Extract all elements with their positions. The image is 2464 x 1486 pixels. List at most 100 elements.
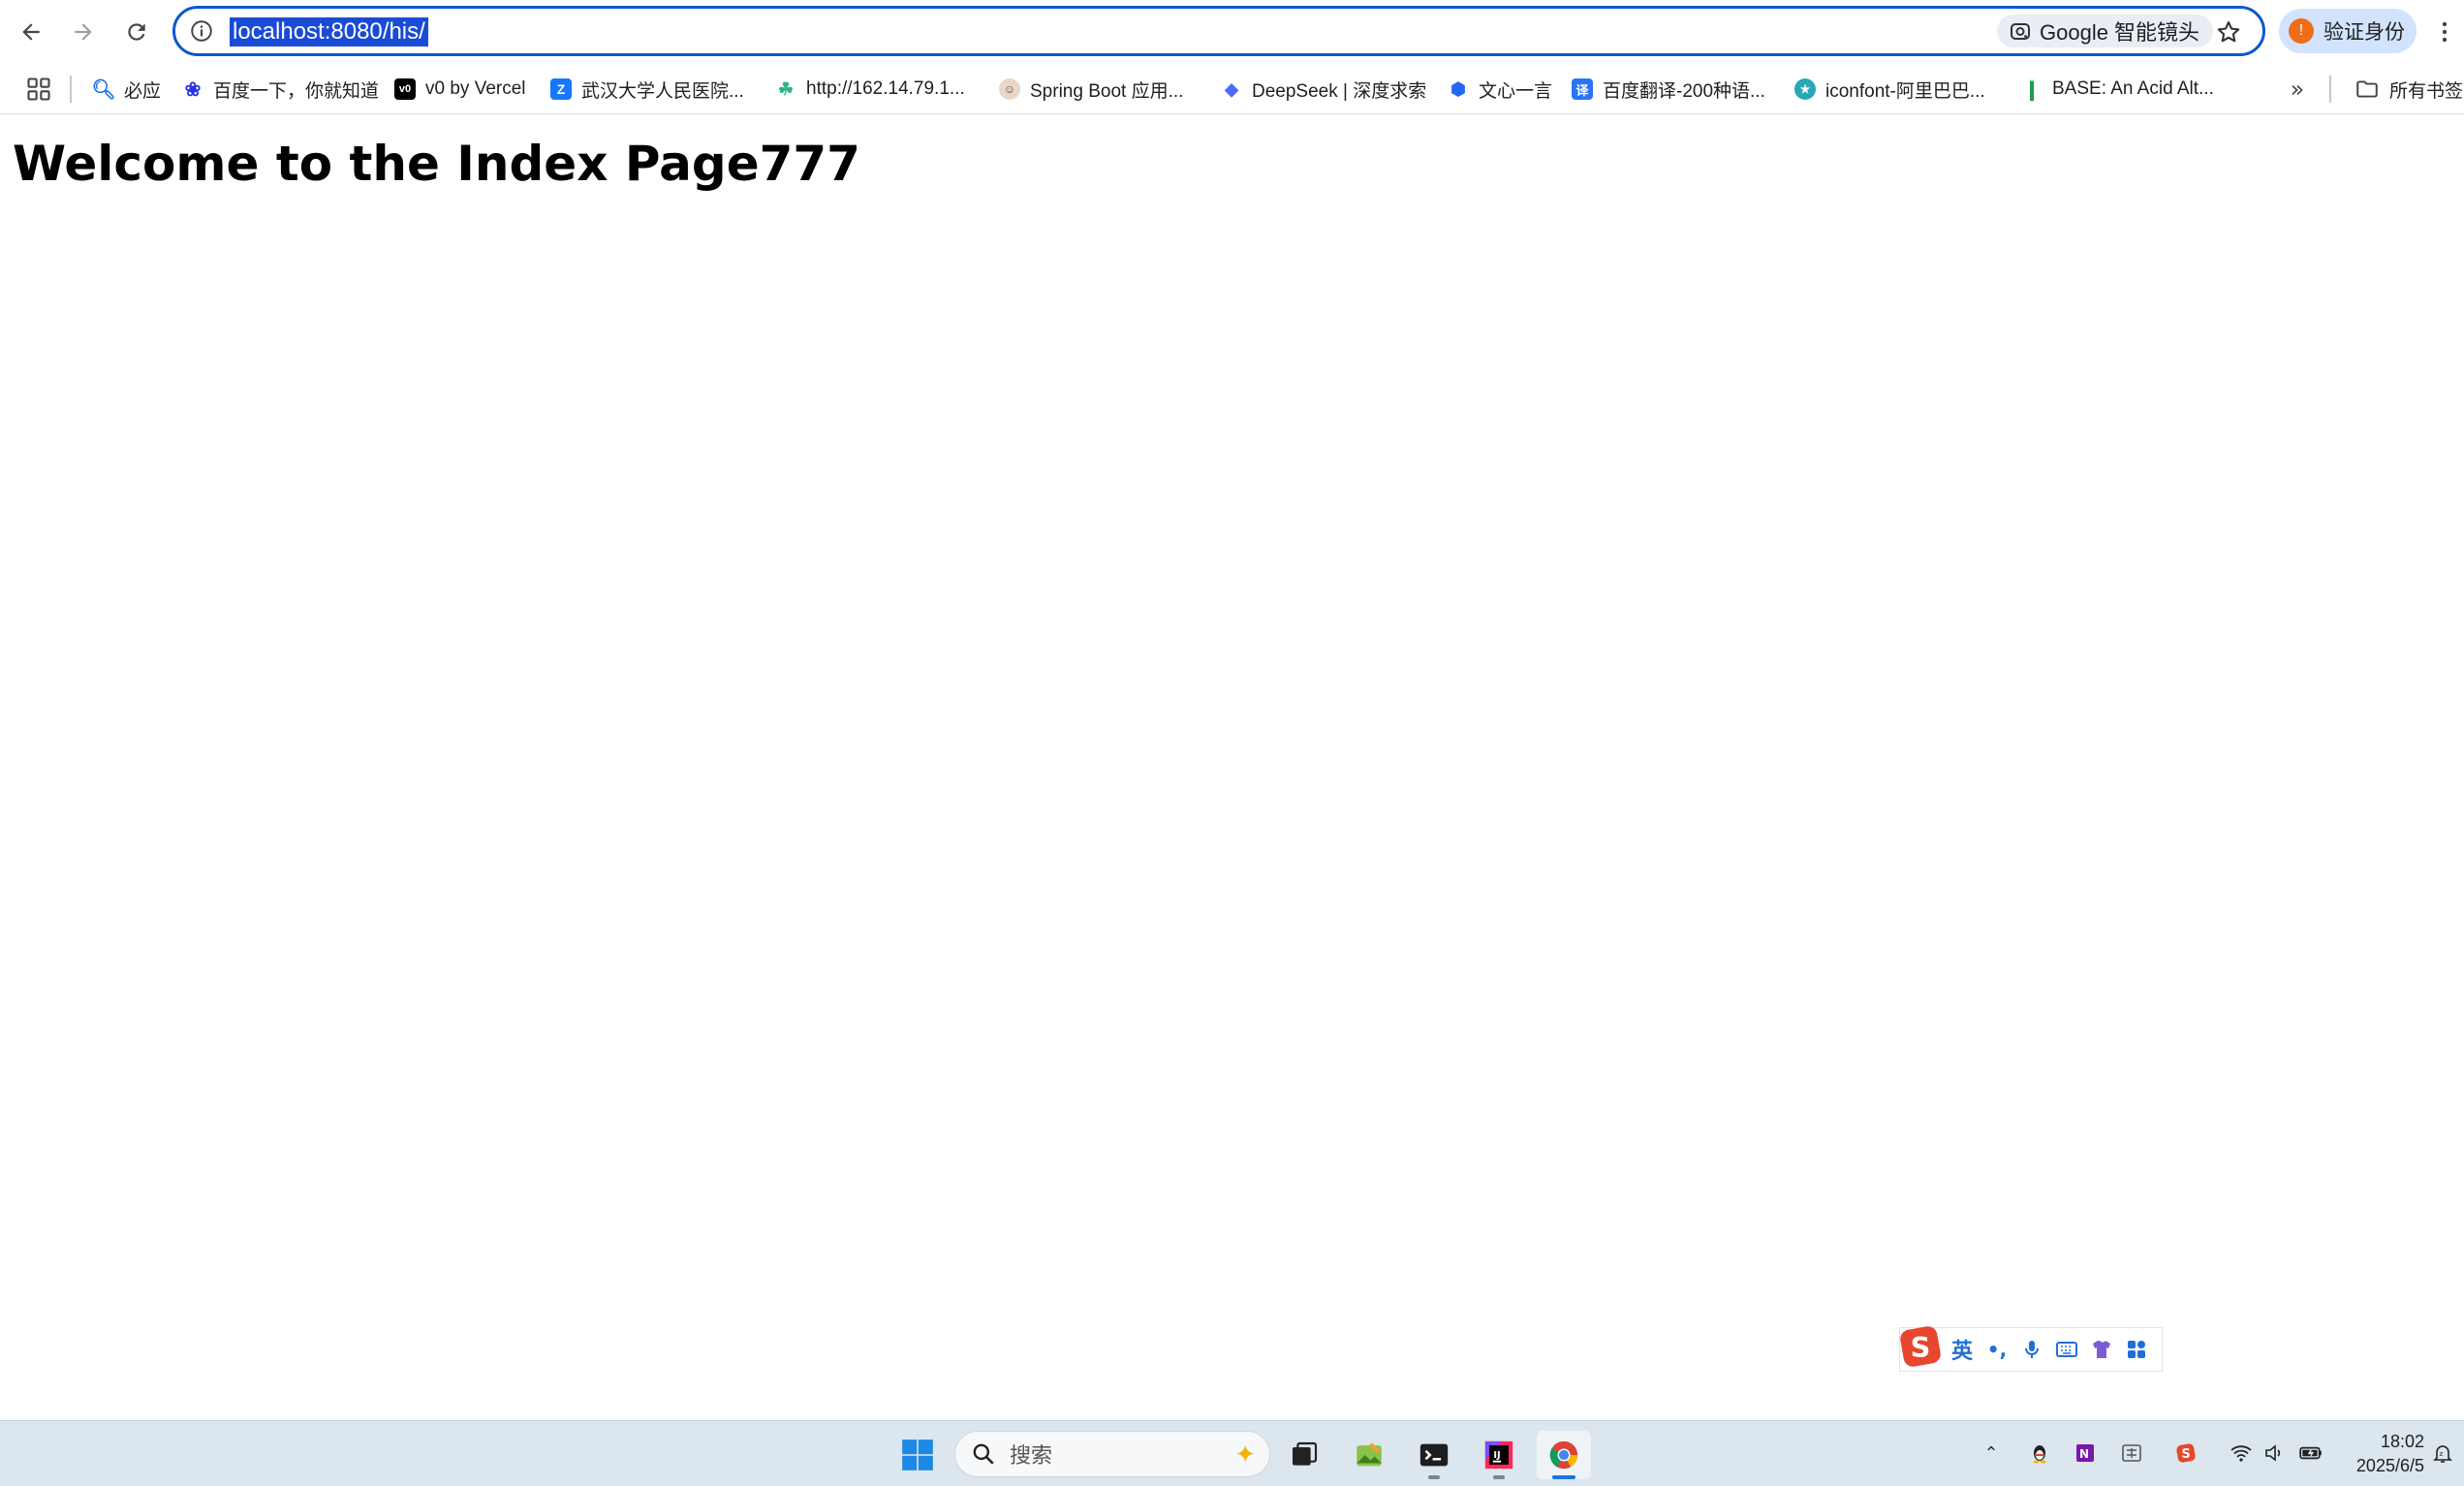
tray-wifi[interactable] <box>2227 1439 2256 1468</box>
more-bookmarks-button[interactable]: » <box>2285 76 2310 103</box>
taskbar: 搜索 ✦ IJ ⌃ N S 18:02 2025/6/5 z <box>0 1420 2464 1486</box>
profile-avatar: ! <box>2289 18 2314 44</box>
ime-keyboard-button[interactable] <box>2049 1332 2084 1367</box>
bookmark-base-acid[interactable]: ❙ BASE: An Acid Alt... <box>2021 72 2214 107</box>
taskbar-app-editor[interactable] <box>1342 1431 1396 1479</box>
page-heading: Welcome to the Index Page777 <box>13 136 860 192</box>
bookmark-pin-icon: ❙ <box>2023 78 2041 101</box>
bookmark-label: DeepSeek | 深度求索 <box>1252 80 1427 102</box>
taskbar-app-intellij[interactable]: IJ <box>1472 1431 1526 1479</box>
forward-button[interactable] <box>63 12 104 52</box>
profile-button[interactable]: ! 验证身份 <box>2279 9 2417 53</box>
bookmark-star-button[interactable] <box>2213 16 2244 47</box>
all-bookmarks-label: 所有书签 <box>2389 80 2464 102</box>
taskbar-search-box[interactable]: 搜索 ✦ <box>954 1431 1270 1477</box>
bookmark-spring-boot[interactable]: ☺ Spring Boot 应用... <box>999 72 1183 107</box>
bookmark-bing[interactable]: 🔍︎ 必应 <box>91 72 162 107</box>
bookmark-deepseek[interactable]: ◆ DeepSeek | 深度求索 <box>1221 72 1426 107</box>
avatar-icon: ☺ <box>999 78 1020 100</box>
speaker-icon <box>2265 1444 2281 1462</box>
terminal-icon <box>1419 1443 1449 1467</box>
sogou-icon: S <box>2176 1443 2196 1463</box>
taskbar-app-terminal[interactable] <box>1407 1431 1461 1479</box>
leaf-icon: ☘ <box>777 78 795 99</box>
intellij-icon: IJ <box>1484 1440 1513 1470</box>
tray-sogou[interactable]: S <box>2171 1439 2200 1468</box>
bookmarks-bar: 🔍︎ 必应 ❀ 百度一下，你就知道 v0 v0 by Vercel Z 武汉大学… <box>0 64 2464 114</box>
sogou-logo-icon[interactable]: S <box>1896 1322 1945 1371</box>
windows-start-icon[interactable] <box>899 1437 936 1473</box>
running-indicator <box>1493 1475 1505 1479</box>
task-view-icon <box>1293 1441 1318 1466</box>
bookmark-label: 必应 <box>124 80 162 102</box>
input-method-icon <box>2122 1444 2141 1462</box>
svg-text:S: S <box>1911 1331 1931 1364</box>
notification-bell-icon: z <box>2433 1445 2452 1463</box>
search-icon: 🔍︎ <box>91 78 116 101</box>
bookmark-label: Spring Boot 应用... <box>1030 80 1184 102</box>
bookmarks-separator <box>2329 76 2331 103</box>
profile-label: 验证身份 <box>2324 21 2405 44</box>
star-icon <box>2217 21 2240 43</box>
qq-penguin-icon <box>2033 1445 2046 1464</box>
battery-charging-icon <box>2299 1446 2322 1460</box>
bookmark-wenxin[interactable]: ⬢ 文心一言 <box>1448 72 1552 107</box>
chevron-up-icon: ⌃ <box>1983 1442 1999 1464</box>
iconfont-icon: ★ <box>1794 78 1816 100</box>
onenote-icon: N <box>2076 1444 2094 1462</box>
tray-onenote[interactable]: N <box>2071 1439 2100 1468</box>
reload-button[interactable] <box>116 12 157 52</box>
bookmark-v0[interactable]: v0 v0 by Vercel <box>394 72 526 107</box>
grid-tools-icon <box>2128 1341 2145 1358</box>
reload-icon <box>128 23 145 41</box>
whale-icon: ◆ <box>1225 78 1238 99</box>
url-text[interactable]: localhost:8080/his/ <box>230 17 428 46</box>
ime-skin-button[interactable] <box>2084 1332 2119 1367</box>
svg-text:IJ: IJ <box>1493 1450 1500 1461</box>
taskbar-task-view[interactable] <box>1277 1431 1331 1479</box>
apps-grid-icon[interactable] <box>25 76 52 103</box>
taskbar-clock[interactable]: 18:02 2025/6/5 <box>2337 1430 2424 1478</box>
tray-qq[interactable] <box>2025 1439 2054 1468</box>
site-info-icon[interactable] <box>189 18 214 44</box>
ime-punctuation-toggle[interactable]: •, <box>1980 1332 2014 1367</box>
wifi-icon <box>2230 1445 2252 1462</box>
microphone-icon <box>2025 1341 2039 1358</box>
ime-voice-button[interactable] <box>2014 1332 2049 1367</box>
translate-icon: 译 <box>1572 78 1593 100</box>
ime-language-toggle[interactable]: 英 <box>1945 1332 1980 1367</box>
chevron-double-right-icon: » <box>2290 76 2305 103</box>
svg-text:z: z <box>2440 1450 2444 1458</box>
bookmark-ip-address[interactable]: ☘ http://162.14.79.1... <box>775 72 965 107</box>
browser-menu-button[interactable] <box>2434 15 2455 48</box>
bookmark-baidu[interactable]: ❀ 百度一下，你就知道 <box>182 72 379 107</box>
ime-toolbox-button[interactable] <box>2119 1332 2154 1367</box>
shirt-icon <box>2093 1341 2110 1358</box>
tray-overflow-button[interactable]: ⌃ <box>1977 1439 2006 1468</box>
tray-battery[interactable] <box>2296 1439 2325 1468</box>
baidu-paw-icon: ❀ <box>184 78 202 101</box>
bookmark-label: http://162.14.79.1... <box>806 78 965 99</box>
google-lens-button[interactable]: Google 智能镜头 <box>1997 15 2214 47</box>
folder-icon <box>2356 80 2378 98</box>
clock-date: 2025/6/5 <box>2355 1456 2424 1475</box>
running-indicator <box>1428 1475 1440 1479</box>
bookmark-label: 百度翻译-200种语... <box>1603 80 1765 102</box>
bookmark-label: BASE: An Acid Alt... <box>2052 78 2214 99</box>
sparkle-icon: ✦ <box>1234 1440 1256 1469</box>
address-bar[interactable]: localhost:8080/his/ Google 智能镜头 <box>172 6 2265 56</box>
bookmark-label: 百度一下，你就知道 <box>213 80 380 102</box>
bookmark-baidu-translate[interactable]: 译 百度翻译-200种语... <box>1572 72 1765 107</box>
tray-volume[interactable] <box>2260 1439 2289 1468</box>
tray-notifications[interactable]: z <box>2428 1439 2457 1468</box>
taskbar-app-chrome[interactable] <box>1537 1431 1591 1479</box>
back-button[interactable] <box>11 12 51 52</box>
active-indicator <box>1552 1475 1575 1479</box>
svg-text:N: N <box>2079 1447 2089 1461</box>
tray-input-indicator[interactable] <box>2117 1439 2146 1468</box>
kebab-menu-icon <box>2442 21 2448 43</box>
clock-time: 18:02 <box>2380 1432 2424 1451</box>
all-bookmarks-button[interactable]: 所有书签 <box>2355 72 2463 107</box>
bookmark-iconfont[interactable]: ★ iconfont-阿里巴巴... <box>1794 72 1985 107</box>
bookmark-whu-hospital[interactable]: Z 武汉大学人民医院... <box>550 72 744 107</box>
